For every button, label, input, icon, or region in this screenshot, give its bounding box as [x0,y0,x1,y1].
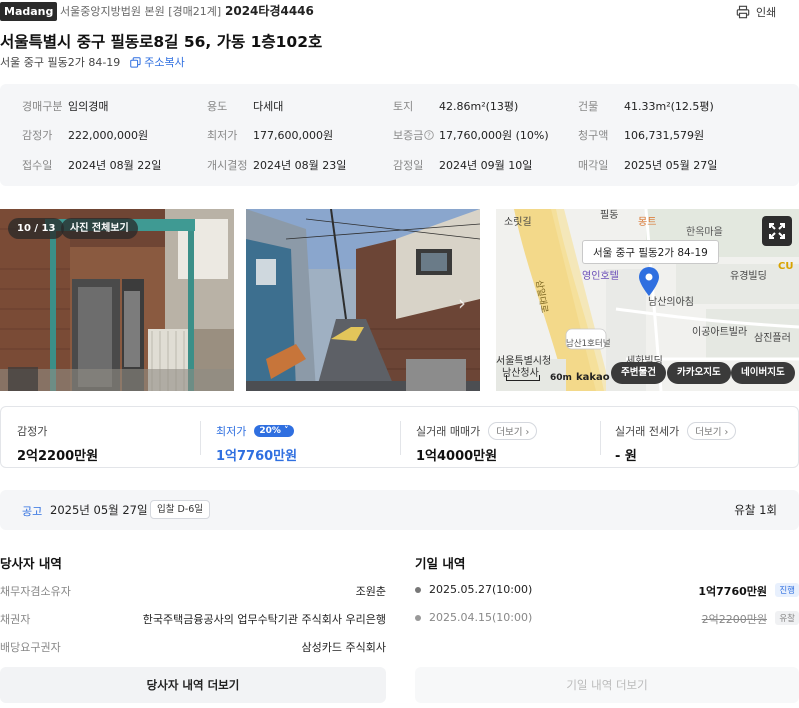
history-dot [415,615,421,621]
map-scale-bar [506,375,540,381]
info-auction-type: 경매구분 임의경매 [22,100,109,113]
property-photo-1[interactable]: 10 / 13 사진 전체보기 [0,209,234,391]
help-icon[interactable]: ? [424,130,435,140]
case-number: 2024타경4446 [225,4,314,18]
svg-text:?: ? [428,132,432,140]
history-row: 2025.05.27(10:00) 1억7760만원 진행 [415,583,799,599]
property-photo-2[interactable]: › [246,209,480,391]
price-rent-label: 실거래 전세가 [615,425,680,438]
info-received: 접수일 2024년 08월 22일 [22,159,162,172]
notice-label: 공고 [22,505,43,518]
printer-icon [736,5,750,19]
map-label-samjin: 삼진플러 [754,333,791,344]
info-building: 건물 41.33m²(12.5평) [578,100,714,113]
jibun-address: 서울 중구 필동2가 84-19 [0,56,121,69]
price-rent: 실거래 전세가 더보기 › - 원 [615,407,737,467]
price-trade-value: 1억4000만원 [416,449,498,464]
map-label-sorigil: 소릿길 [504,217,532,228]
info-minimum: 최저가 177,600,000원 [207,129,334,142]
price-trade: 실거래 매매가 더보기 › 1억4000만원 [416,407,538,467]
copy-address-button[interactable]: 주소복사 [130,54,185,70]
header-bar: Madang 서울중앙지방법원 본원 [경매21계] 2024타경4446 인쇄 [0,0,799,24]
info-appraisal-date: 감정일 2024년 09월 10일 [393,159,533,172]
map-label-igong: 이공아트빌라 [692,327,748,338]
kakao-logo: kakao [576,372,610,383]
nearby-items-button[interactable]: 주변물건 [611,362,666,384]
info-deposit: 보증금? 17,760,000원 (10%) [393,129,549,142]
trade-more-button[interactable]: 더보기 › [488,422,538,440]
photo-counter: 10 / 13 [8,218,65,239]
info-sale-date: 매각일 2025년 05월 27일 [578,159,718,172]
print-label: 인쇄 [756,6,777,19]
info-land: 토지 42.86m²(13평) [393,100,519,113]
naver-map-button[interactable]: 네이버지도 [731,362,795,384]
discount-badge[interactable]: 20% ˅ [254,425,294,437]
price-minimum-label: 최저가 [216,425,247,438]
copy-icon [130,56,141,68]
price-rent-value: - 원 [615,449,637,464]
view-all-photos-button[interactable]: 사진 전체보기 [61,218,138,239]
history-more-button[interactable]: 기일 내역 더보기 [415,667,799,703]
expand-icon [769,223,785,239]
court-name: 서울중앙지방법원 본원 [경매21계] [60,5,222,18]
status-badge: 진행 [775,583,799,597]
party-row: 채권자 한국주택금융공사의 업무수탁기관 주식회사 우리은행 [0,613,386,626]
price-minimum-value: 1억7760만원 [216,449,298,464]
info-usage: 용도 다세대 [207,100,284,113]
status-badge: 유찰 [775,611,799,625]
info-start-decision: 개시결정 2024년 08월 23일 [207,159,347,172]
price-divider [200,421,201,455]
map-label-hanok: 한옥마을 [686,227,723,238]
map-pin-icon [639,267,659,296]
party-row: 채무자겸소유자 조원춘 [0,585,386,598]
kakao-map-button[interactable]: 카카오지도 [667,362,731,384]
auction-info-panel: 경매구분 임의경매 용도 다세대 토지 42.86m²(13평) 건물 41.33m²(… [0,84,799,186]
jibun-address-row: 서울 중구 필동2가 84-19 주소복사 [0,54,185,70]
dday-badge: 입찰 D-6일 [150,500,211,519]
next-photo-icon[interactable]: › [458,291,466,315]
price-appraisal-label: 감정가 [17,425,48,438]
page-title: 서울특별시 중구 필동로8길 56, 가동 1층102호 [0,33,323,51]
history-dot [415,587,421,593]
map-address-tooltip: 서울 중구 필동2가 84-19 [582,240,719,264]
map-label-yugyeong: 유경빌딩 [730,271,767,282]
history-title: 기일 내역 [415,556,466,571]
brand-logo: Madang [0,2,58,21]
price-appraisal-value: 2억2200만원 [17,449,99,464]
notice-bar: 공고 2025년 05월 27일 입찰 D-6일 유찰 1회 [0,490,799,530]
chevron-down-icon: ˅ [284,426,289,436]
map-scale-label: 60m [550,373,572,383]
copy-address-label: 주소복사 [144,56,185,69]
info-appraisal: 감정가 222,000,000원 [22,129,149,142]
party-row: 배당요구권자 삼성카드 주식회사 [0,641,386,654]
price-summary: 감정가 2억2200만원 최저가 20% ˅ 1억7760만원 실거래 매매가 … [0,406,799,468]
print-button[interactable]: 인쇄 [736,0,794,24]
photo-alley-image [246,209,480,391]
info-claim: 청구액 106,731,579원 [578,129,705,142]
rent-more-button[interactable]: 더보기 › [687,422,737,440]
price-trade-label: 실거래 매매가 [416,425,481,438]
price-minimum: 최저가 20% ˅ 1억7760만원 [216,407,297,467]
parties-more-button[interactable]: 당사자 내역 더보기 [0,667,386,703]
parties-title: 당사자 내역 [0,556,62,571]
map-label-cu: CU [778,261,794,272]
price-divider [400,421,401,455]
history-row: 2025.04.15(10:00) 2억2200만원 유찰 [415,611,799,627]
fullscreen-map-button[interactable] [762,216,792,246]
fail-count: 유찰 1회 [734,503,777,517]
map-label-tunnel: 남산1호터널 [566,339,611,349]
map-label-mont: 몽트 [638,217,657,228]
notice-date: 2025년 05월 27일 [50,503,148,517]
location-map[interactable]: 소릿길 필동 몽트 한옥마을 영인호텔 남산의아침 유경빌딩 삼일대로 남산1호… [496,209,799,391]
price-appraisal: 감정가 2억2200만원 [17,407,98,467]
price-divider [600,421,601,455]
map-label-pildong: 필동 [600,210,619,221]
map-label-hotel: 영인호텔 [582,271,619,282]
